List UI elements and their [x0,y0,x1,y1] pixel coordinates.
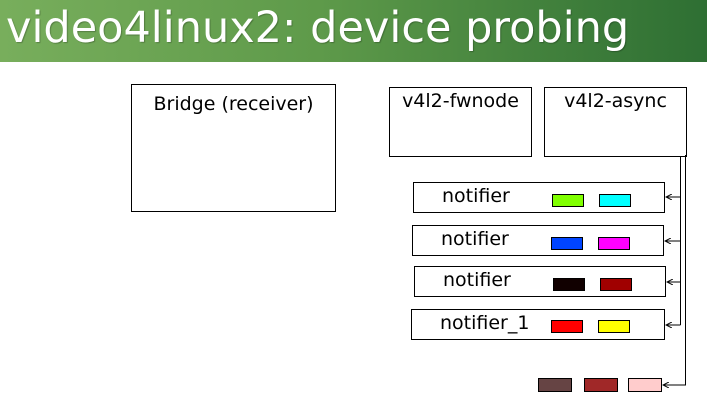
connector-lines [0,155,686,414]
subdev-connector [663,155,686,385]
